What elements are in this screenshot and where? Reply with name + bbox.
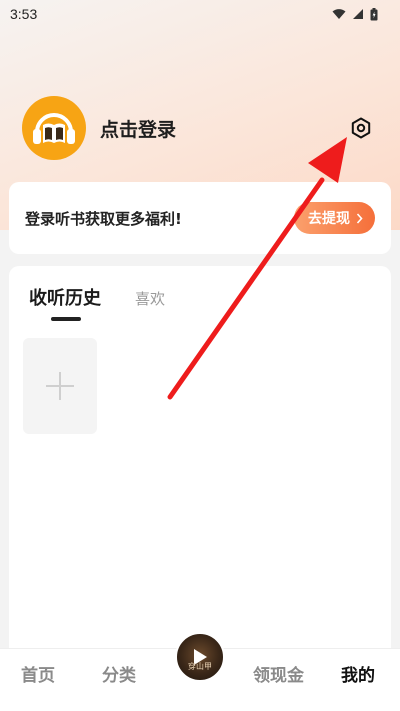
history-panel: 收听历史 喜欢 <box>9 266 391 686</box>
withdraw-button-label: 去提现 <box>308 211 350 227</box>
nav-home[interactable]: 首页 <box>21 661 55 686</box>
avatar[interactable] <box>22 96 86 160</box>
headphones-book-icon <box>33 113 75 144</box>
chevron-right-icon <box>356 212 363 224</box>
settings-button[interactable] <box>346 113 376 143</box>
plus-icon <box>46 372 74 400</box>
tab-label: 喜欢 <box>135 290 166 308</box>
battery-icon <box>370 7 378 20</box>
login-link[interactable]: 点击登录 <box>100 115 176 142</box>
gear-icon <box>351 117 371 139</box>
tab-listening-history[interactable]: 收听历史 <box>29 284 101 321</box>
promo-banner: 登录听书获取更多福利! 去提现 <box>9 182 391 254</box>
history-tabs: 收听历史 喜欢 <box>29 284 165 321</box>
active-tab-indicator <box>51 317 81 321</box>
wifi-icon <box>332 9 346 19</box>
add-book-tile[interactable] <box>23 338 97 434</box>
withdraw-button[interactable]: 去提现 <box>294 202 375 234</box>
signal-icon <box>353 9 363 19</box>
nav-mine[interactable]: 我的 <box>341 661 375 686</box>
tab-label: 收听历史 <box>29 288 101 309</box>
now-playing-disc[interactable]: 穿山甲 <box>175 632 225 682</box>
nav-earn-cash[interactable]: 领现金 <box>253 661 304 686</box>
nav-categories[interactable]: 分类 <box>102 661 136 686</box>
profile-header[interactable]: 点击登录 <box>22 96 176 160</box>
status-time: 3:53 <box>10 6 38 22</box>
disc-title: 穿山甲 <box>188 662 212 671</box>
tab-likes[interactable]: 喜欢 <box>135 288 165 310</box>
promo-text: 登录听书获取更多福利! <box>25 209 182 228</box>
status-icons <box>332 7 378 21</box>
status-bar: 3:53 <box>0 0 400 28</box>
